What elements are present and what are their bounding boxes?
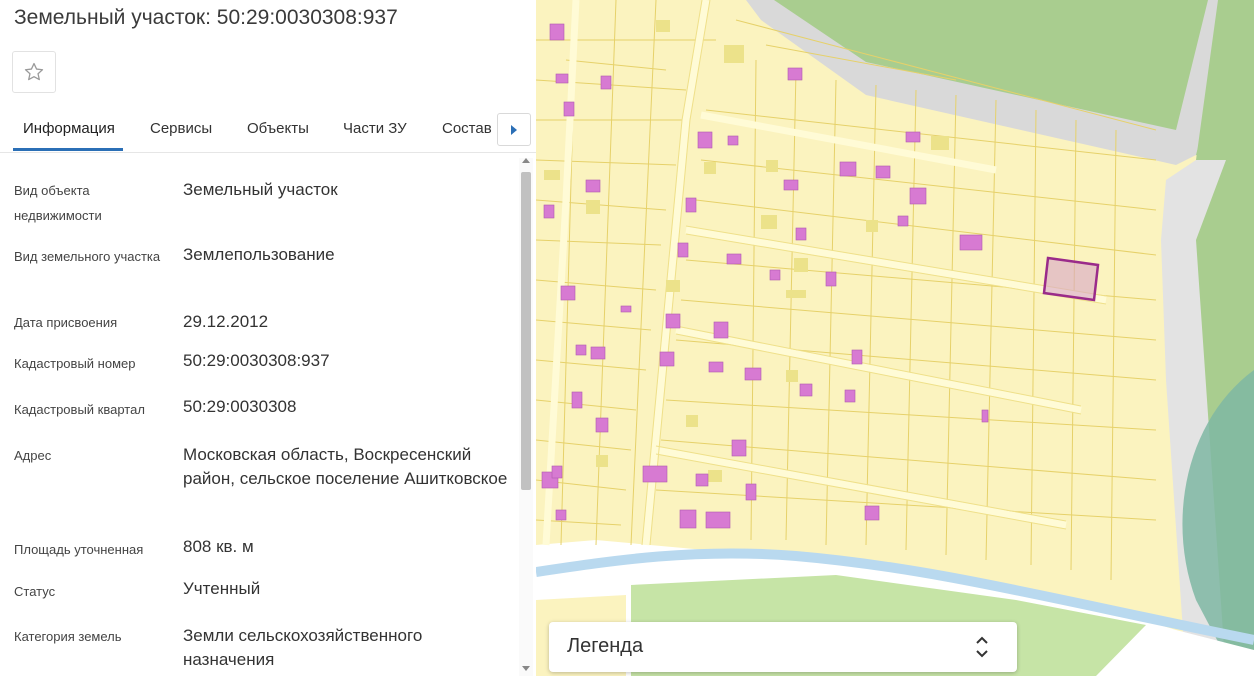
- info-value: Московская область, Воскресенский район,…: [183, 445, 508, 488]
- tab-parcel-parts[interactable]: Части ЗУ: [343, 120, 407, 137]
- tab-information[interactable]: Информация: [23, 120, 115, 137]
- tab-services[interactable]: Сервисы: [150, 120, 212, 137]
- info-label: Адрес: [14, 448, 52, 463]
- info-list: Вид объекта недвижимости Земельный участ…: [0, 152, 520, 676]
- info-label: Кадастровый номер: [14, 356, 136, 371]
- tab-bar: Информация Сервисы Объекты Части ЗУ Сост…: [0, 108, 536, 153]
- favorite-button[interactable]: [12, 51, 56, 93]
- info-scrollbar[interactable]: [519, 158, 533, 676]
- info-value: 808 кв. м: [183, 537, 254, 556]
- scroll-down-arrow-icon[interactable]: [522, 666, 530, 671]
- info-label: Статус: [14, 584, 56, 599]
- cadastral-map[interactable]: [536, 0, 1254, 676]
- star-outline-icon: [24, 62, 44, 81]
- info-panel: Земельный участок: 50:29:0030308:937 Инф…: [0, 0, 536, 676]
- legend-label: Легенда: [567, 635, 644, 657]
- map-legend-toggle[interactable]: Легенда: [549, 622, 1017, 672]
- info-value: Землепользование: [183, 245, 335, 264]
- scrollbar-thumb[interactable]: [521, 172, 531, 490]
- info-label: Вид земельного участка: [14, 249, 161, 264]
- info-label: Категория земель: [14, 629, 122, 644]
- info-label: Вид объекта недвижимости: [14, 183, 102, 223]
- info-value: 50:29:0030308:937: [183, 351, 330, 370]
- info-value: 29.12.2012: [183, 312, 269, 331]
- scroll-up-arrow-icon[interactable]: [522, 158, 530, 163]
- caret-right-icon: [511, 124, 517, 135]
- tabs-scroll-right-button[interactable]: [497, 113, 531, 146]
- info-label: Кадастровый квартал: [14, 402, 145, 417]
- tab-composition[interactable]: Состав: [442, 120, 492, 137]
- info-value: Учтенный: [183, 579, 261, 598]
- info-value: Земельный участок: [183, 180, 338, 199]
- active-tab-indicator: [13, 148, 123, 151]
- info-label: Площадь уточненная: [14, 542, 144, 557]
- info-label: Дата присвоения: [14, 315, 118, 330]
- selected-parcel-highlight[interactable]: [1042, 256, 1100, 302]
- page-title: Земельный участок: 50:29:0030308:937: [14, 6, 398, 29]
- info-value: Земли сельскохозяйственного назначения: [183, 626, 423, 669]
- map-canvas[interactable]: [536, 0, 1254, 676]
- info-value: 50:29:0030308: [183, 397, 297, 416]
- tab-objects[interactable]: Объекты: [247, 120, 309, 137]
- chevron-up-down-icon: [976, 636, 988, 658]
